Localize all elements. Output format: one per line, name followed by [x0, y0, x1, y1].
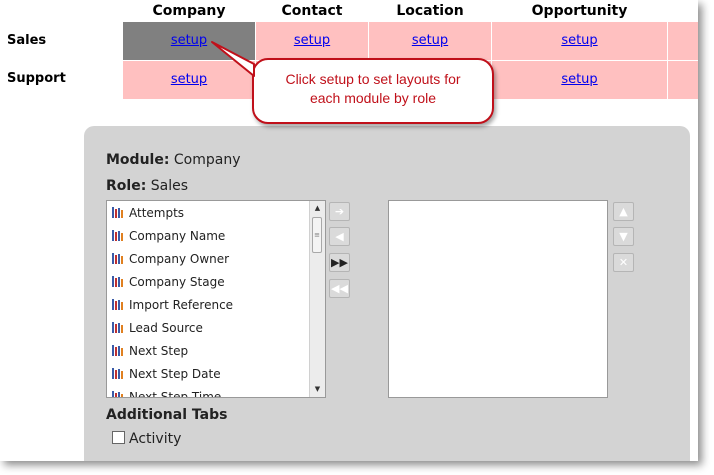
available-field-item[interactable]: Next Step Date	[111, 363, 221, 385]
move-right-button[interactable]: ➔	[329, 202, 350, 221]
setup-link-support-opportunity[interactable]: setup	[561, 72, 597, 87]
available-fields-list[interactable]: Attempts Company Name Company Owner Company…	[106, 200, 326, 398]
setup-link-sales-contact[interactable]: setup	[294, 33, 330, 48]
move-all-left-button[interactable]: ◀◀	[329, 279, 350, 298]
available-field-label: Company Owner	[129, 252, 230, 266]
list-scrollbar[interactable]: ▲ ≡ ▼	[309, 201, 325, 397]
callout-line-1: Click setup to set layouts for	[285, 71, 461, 87]
scroll-up-icon[interactable]: ▲	[311, 202, 324, 215]
column-header-contact: Contact	[281, 3, 343, 19]
arrow-down-icon: ▼	[619, 230, 628, 243]
available-field-item[interactable]: Next Step	[111, 340, 188, 362]
arrow-right-icon: ➔	[334, 205, 345, 218]
layout-settings-panel: Module: Company Role: Sales Attempts Comp…	[84, 126, 690, 461]
scroll-down-icon[interactable]: ▼	[311, 383, 324, 396]
move-left-button[interactable]: ◀	[329, 227, 350, 246]
available-field-item[interactable]: Company Name	[111, 225, 225, 247]
role-label: Role:	[106, 178, 147, 194]
role-value: Sales	[150, 178, 189, 194]
available-field-item[interactable]: Company Owner	[111, 248, 229, 270]
field-icon	[111, 250, 125, 264]
role-label-support: Support	[7, 71, 66, 86]
available-field-item[interactable]: Company Stage	[111, 271, 225, 293]
field-icon	[111, 204, 125, 218]
cell-support-extra	[668, 61, 698, 99]
move-up-button[interactable]: ▲	[613, 202, 634, 221]
double-arrow-right-icon: ▶▶	[331, 256, 348, 269]
role-line: Role: Sales	[106, 178, 188, 194]
field-icon	[111, 227, 125, 241]
available-field-item[interactable]: Lead Source	[111, 317, 203, 339]
cell-support-opportunity: setup	[492, 61, 667, 99]
available-field-label: Company Name	[129, 229, 226, 243]
module-line: Module: Company	[106, 152, 241, 168]
field-icon	[111, 388, 125, 397]
column-header-opportunity: Opportunity	[531, 3, 628, 19]
setup-link-sales-opportunity[interactable]: setup	[561, 33, 597, 48]
setup-link-sales-location[interactable]: setup	[412, 33, 448, 48]
activity-label: Activity	[129, 431, 182, 447]
field-icon	[111, 342, 125, 356]
selected-fields-list[interactable]	[388, 200, 608, 398]
arrow-left-icon: ◀	[335, 230, 344, 243]
remove-button[interactable]: ✕	[613, 253, 634, 272]
arrow-up-icon: ▲	[619, 205, 628, 218]
callout-line-2: each module by role	[309, 90, 437, 106]
setup-link-sales-company[interactable]: setup	[171, 33, 207, 48]
module-value: Company	[173, 152, 241, 168]
field-icon	[111, 319, 125, 333]
cell-sales-contact: setup	[256, 22, 368, 60]
callout-pointer	[211, 41, 255, 77]
available-field-item[interactable]: Attempts	[111, 202, 184, 224]
tab-option-activity[interactable]: Activity	[112, 431, 181, 447]
available-field-item[interactable]: Next Step Time	[111, 386, 222, 398]
move-all-right-button[interactable]: ▶▶	[329, 253, 350, 272]
column-header-company: Company	[152, 3, 226, 19]
column-header-location: Location	[396, 3, 464, 19]
setup-link-support-company[interactable]: setup	[171, 72, 207, 87]
field-icon	[111, 273, 125, 287]
available-field-item[interactable]: Import Reference	[111, 294, 233, 316]
additional-tabs-title: Additional Tabs	[106, 407, 228, 423]
available-field-label: Import Reference	[129, 298, 234, 312]
activity-checkbox[interactable]	[112, 431, 125, 444]
cell-sales-location: setup	[369, 22, 491, 60]
available-field-label: Next Step	[129, 344, 189, 358]
available-field-label: Next Step Date	[129, 367, 221, 381]
role-label-sales: Sales	[7, 33, 47, 48]
available-field-label: Lead Source	[129, 321, 203, 335]
double-arrow-left-icon: ◀◀	[331, 282, 348, 295]
x-icon: ✕	[618, 256, 629, 269]
field-icon	[111, 365, 125, 379]
move-down-button[interactable]: ▼	[613, 227, 634, 246]
help-callout: Click setup to set layouts for each modu…	[252, 58, 494, 124]
available-field-label: Next Step Time	[129, 390, 222, 398]
cell-sales-opportunity: setup	[492, 22, 667, 60]
field-icon	[111, 296, 125, 310]
callout-text: Click setup to set layouts for each modu…	[254, 70, 492, 108]
available-field-label: Attempts	[129, 206, 185, 220]
module-label: Module:	[106, 152, 170, 168]
cell-sales-extra	[668, 22, 698, 60]
scroll-thumb[interactable]: ≡	[312, 217, 322, 253]
app-frame: Company Contact Location Opportunity Sal…	[0, 0, 698, 461]
available-field-label: Company Stage	[129, 275, 225, 289]
